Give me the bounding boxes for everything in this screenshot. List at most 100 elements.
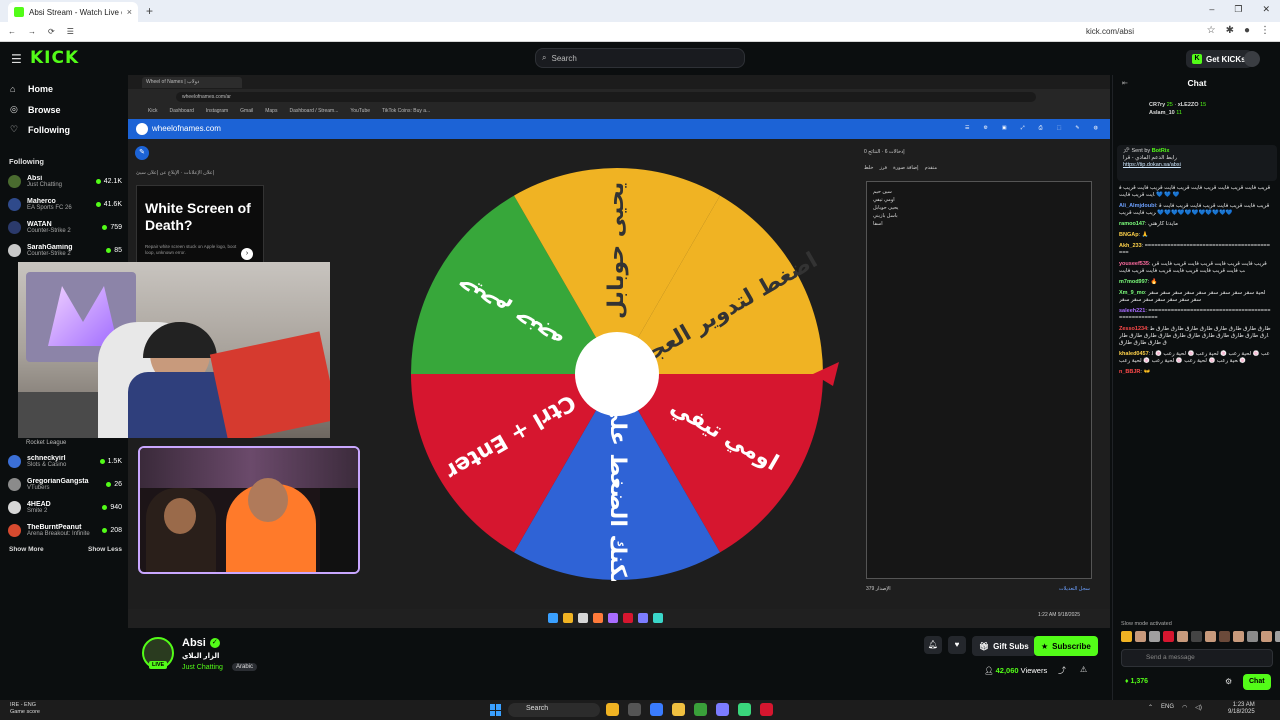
tab-close-icon[interactable]: × (127, 7, 132, 17)
pinned-link[interactable]: https://tip.dokan.sa/absi (1123, 162, 1271, 169)
chrome-icon[interactable] (694, 703, 707, 716)
search-input[interactable]: ⌕ Search (535, 48, 745, 68)
profile-icon[interactable]: ● (1244, 25, 1250, 36)
system-clock[interactable]: 1:23 AM 9/18/2025 (1228, 702, 1255, 716)
emote[interactable] (1121, 631, 1132, 642)
chat-username[interactable]: khaled0457 (1119, 351, 1149, 357)
chat-username[interactable]: saleeh221 (1119, 308, 1145, 314)
chat-username[interactable]: ramoo147 (1119, 221, 1145, 227)
chat-username[interactable]: n_BBJR (1119, 369, 1140, 375)
chat-username[interactable]: Ali_Almjdoubi (1119, 203, 1156, 209)
bookmark-item: YouTube (350, 108, 371, 114)
share-icon[interactable]: ⤴ (1058, 665, 1066, 676)
app-icon[interactable] (672, 703, 685, 716)
stream-taskbar-icons (548, 613, 663, 623)
gear-icon[interactable]: ⚙ (1225, 677, 1232, 686)
minimize-button[interactable]: – (1209, 4, 1214, 15)
sidebar-item-label: Following (28, 124, 70, 135)
chat-username[interactable]: Xm_9_mo (1119, 290, 1145, 296)
show-more-button[interactable]: Show More (9, 546, 44, 553)
app-icon[interactable] (650, 703, 663, 716)
language-tag[interactable]: Arabic (232, 663, 258, 671)
sidebar-channel-4head[interactable]: 4HEAD Smite 2 940 (8, 497, 122, 517)
app-icon[interactable] (606, 703, 619, 716)
chat-username[interactable]: Akh_233 (1119, 243, 1142, 249)
sidebar-channel-sarahgaming[interactable]: SarahGaming Counter-Strike 2 85 (8, 240, 122, 260)
wifi-icon[interactable]: ◠ (1182, 704, 1187, 711)
star-icon[interactable]: ☆ (1207, 25, 1216, 36)
chat-message: Xm_9_mo: لحية سقر سقر سقر سقر سقر سقر سق… (1119, 290, 1266, 303)
new-tab-button[interactable]: + (146, 4, 153, 18)
emote[interactable] (1149, 631, 1160, 642)
language-indicator[interactable]: ENG (1161, 704, 1174, 711)
chat-text: قريب فايت قريب فايت قريب فايت قريب فايت … (1119, 185, 1271, 198)
emote[interactable] (1177, 631, 1188, 642)
emote[interactable] (1219, 631, 1230, 642)
entry-line: اومي تيفي (873, 197, 895, 203)
emote[interactable] (1135, 631, 1146, 642)
close-window-button[interactable]: ✕ (1262, 4, 1270, 15)
channel-viewers: 42.1K (95, 178, 122, 185)
chat-text: 🙏 (1141, 232, 1149, 238)
show-less-button[interactable]: Show Less (88, 546, 122, 553)
emote[interactable] (1191, 631, 1202, 642)
subscribe-button[interactable]: ★ Subscribe (1034, 636, 1098, 656)
sidebar-channel-absi[interactable]: Absi Just Chatting 42.1K (8, 171, 122, 191)
back-icon[interactable]: ← (8, 27, 16, 36)
chat-username[interactable]: BNGAp (1119, 232, 1139, 238)
follow-button[interactable]: ♥ (948, 636, 966, 654)
chat-input[interactable]: Send a message (1121, 649, 1273, 667)
stream-category-link[interactable]: Just Chatting (182, 664, 223, 671)
url-field[interactable]: kick.com/absi (1086, 27, 1134, 36)
sidebar-channel-schneckyirl[interactable]: schneckyirl Slots & Casino 1.5K (8, 451, 122, 471)
get-kicks-label: Get KICKs (1206, 54, 1246, 64)
sidebar-item-home[interactable]: ⌂ Home (10, 84, 53, 94)
kick-logo[interactable]: KICK (30, 48, 79, 68)
app-icon[interactable] (628, 703, 641, 716)
gift-subs-button[interactable]: 🎁︎ Gift Subs (972, 636, 1036, 656)
streamer-name[interactable]: Absi ✓ (182, 637, 220, 649)
chevron-up-icon[interactable]: ⌃ (1148, 704, 1153, 711)
entries-count: 379 الإصدار (866, 586, 891, 592)
browser-tab[interactable]: Absi Stream - Watch Live o... × (8, 2, 138, 22)
windows-start-icon[interactable] (490, 704, 502, 716)
chat-username[interactable]: Zesso1234 (1119, 326, 1147, 332)
emote[interactable] (1261, 631, 1272, 642)
sidebar-channel-theburntpeanut[interactable]: TheBurntPeanut Arena Breakout: Infinite 20… (8, 520, 122, 540)
chat-username[interactable]: m7mod997 (1119, 279, 1148, 285)
emote[interactable] (1163, 631, 1174, 642)
notification-bell-button[interactable]: 🔔︎ (924, 636, 942, 654)
site-info-icon[interactable]: ☰ (67, 27, 74, 36)
taskbar-search[interactable]: Search (508, 703, 600, 717)
app-icon[interactable] (716, 703, 729, 716)
sidebar-channel-gregoriangangsta[interactable]: GregorianGangsta VTubers 26 (8, 474, 122, 494)
sidebar-channel-watan[interactable]: WATAN Counter-Strike 2 759 (8, 217, 122, 237)
app-icon[interactable] (738, 703, 751, 716)
emote[interactable] (1275, 631, 1280, 642)
chat-username[interactable]: youseef535 (1119, 261, 1149, 267)
hamburger-menu-icon[interactable]: ☰ (11, 52, 22, 66)
menu-icon[interactable]: ⋮ (1260, 25, 1270, 36)
channel-category: Arena Breakout: Infinite (27, 530, 90, 537)
emote[interactable] (1205, 631, 1216, 642)
send-chat-button[interactable]: Chat (1243, 674, 1271, 690)
get-kicks-button[interactable]: K Get KICKs (1186, 50, 1252, 68)
wheel-center-button[interactable] (575, 332, 659, 416)
taskbar-widget[interactable]: IRE - ENG Game score (10, 702, 40, 716)
maximize-button[interactable]: ❐ (1234, 4, 1242, 15)
emote[interactable] (1233, 631, 1244, 642)
reload-icon[interactable]: ⟳ (48, 27, 55, 36)
app-icon[interactable] (760, 703, 773, 716)
sidebar-item-browse[interactable]: ◎ Browse (10, 104, 61, 115)
volume-icon[interactable]: ◁) (1195, 704, 1202, 711)
user-avatar[interactable] (1244, 51, 1260, 67)
channel-avatar (8, 523, 21, 537)
emote[interactable] (1247, 631, 1258, 642)
forward-icon[interactable]: → (28, 27, 36, 36)
sidebar-item-following[interactable]: ♡ Following (10, 124, 70, 135)
bookmark-item: Dashboard / Stream... (289, 108, 339, 114)
extensions-icon[interactable]: ✱ (1226, 25, 1234, 36)
sidebar-channel-maherco[interactable]: Maherco EA Sports FC 26 41.6K (8, 194, 122, 214)
report-icon[interactable]: ⚠ (1080, 665, 1087, 674)
pinned-user[interactable]: BotRix (1152, 148, 1170, 154)
